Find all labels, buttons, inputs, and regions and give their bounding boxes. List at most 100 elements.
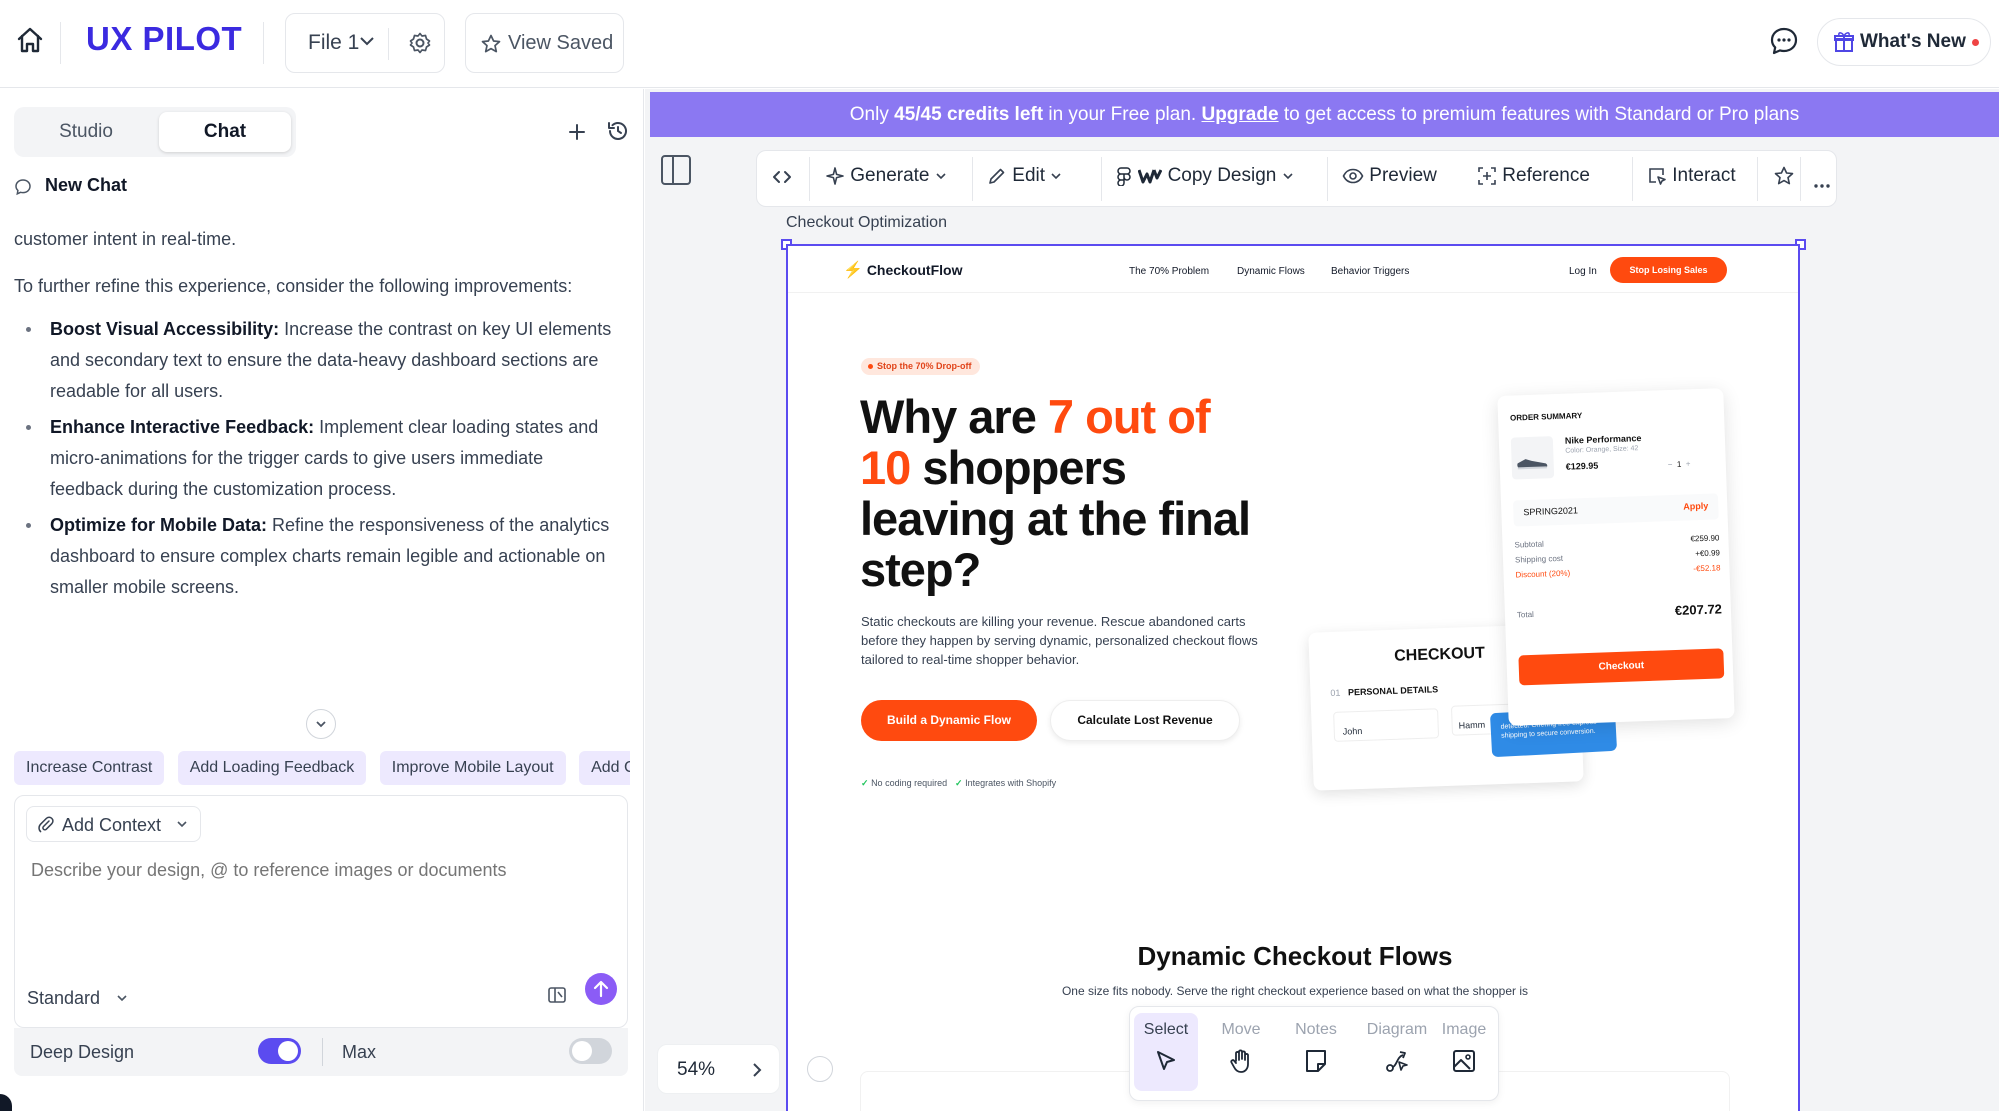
chevron-down-icon — [1283, 173, 1293, 180]
gear-icon[interactable] — [408, 31, 432, 55]
login-link[interactable]: Log In — [1569, 266, 1597, 277]
nav-link[interactable]: Dynamic Flows — [1237, 266, 1305, 277]
product-desc: Color: Orange, Size: 42 — [1565, 445, 1639, 455]
message-text: To further refine this experience, consi… — [14, 276, 573, 296]
chat-panel: Studio Chat New Chat customer intent in … — [0, 89, 644, 1111]
view-saved-button[interactable]: View Saved — [465, 13, 624, 73]
file-selector[interactable]: File 1 — [285, 13, 445, 73]
view-saved-label: View Saved — [508, 32, 614, 54]
chip-increase-contrast[interactable]: Increase Contrast — [14, 751, 165, 785]
headline-part: shoppers leaving at the final step? — [860, 441, 1251, 596]
generate-button[interactable]: Generate — [825, 165, 947, 195]
chat-title-label: New Chat — [45, 175, 128, 195]
product-name: Nike Performance — [1564, 433, 1642, 446]
order-summary-card: ORDER SUMMARY Nike Performance Color: Or… — [1497, 388, 1735, 726]
more-options-icon[interactable] — [1814, 175, 1830, 205]
divider — [322, 1038, 323, 1066]
calculate-revenue-button[interactable]: Calculate Lost Revenue — [1050, 700, 1240, 741]
tab-studio[interactable]: Studio — [14, 107, 158, 157]
divider — [788, 292, 1798, 293]
interact-button[interactable]: Interact — [1647, 165, 1736, 195]
model-label: Standard — [27, 988, 101, 1008]
chevron-down-icon — [360, 37, 374, 46]
discount-row: Discount (20%) -€52.18 — [1515, 563, 1720, 579]
eye-icon — [1342, 168, 1364, 184]
plus-icon[interactable] — [566, 121, 588, 143]
tool-image[interactable]: Image — [1432, 1013, 1496, 1091]
hero-subtext: Static checkouts are killing your revenu… — [861, 614, 1258, 667]
zoom-control[interactable]: 54% — [657, 1044, 780, 1094]
design-canvas[interactable]: Only 45/45 credits left in your Free pla… — [645, 89, 1999, 1111]
chevron-right-icon — [753, 1063, 762, 1077]
whats-new-label: What's New — [1860, 31, 1966, 52]
copy-design-button[interactable]: Copy Design — [1115, 165, 1294, 195]
reference-icon — [1478, 167, 1496, 185]
divider — [1632, 157, 1633, 201]
chip-improve-mobile-layout[interactable]: Improve Mobile Layout — [379, 751, 566, 785]
zoom-level: 54% — [677, 1059, 716, 1080]
cta-button[interactable]: Stop Losing Sales — [1610, 257, 1727, 283]
chip-more[interactable]: Add Custom — [579, 751, 630, 785]
tool-move[interactable]: Move — [1209, 1013, 1273, 1091]
send-button[interactable] — [585, 973, 617, 1005]
subtotal-row: Subtotal €259.90 — [1514, 533, 1719, 549]
field-value: Hamm — [1458, 719, 1486, 731]
add-context-button[interactable]: Add Context — [26, 806, 201, 842]
code-icon[interactable] — [771, 166, 793, 196]
deep-design-toggle[interactable] — [258, 1038, 301, 1064]
home-icon[interactable] — [14, 24, 46, 56]
model-selector[interactable]: Standard — [27, 988, 127, 1009]
upgrade-link[interactable]: Upgrade — [1201, 104, 1278, 125]
apply-link: Apply — [1683, 500, 1709, 512]
product-price: €129.95 — [1565, 460, 1599, 472]
notification-dot — [1972, 39, 1979, 46]
toggle-sidebar-icon[interactable] — [661, 155, 691, 185]
paperclip-icon — [38, 816, 54, 833]
design-frame[interactable]: ⚡ CheckoutFlow The 70% Problem Dynamic F… — [786, 244, 1800, 1111]
order-summary-title: ORDER SUMMARY — [1509, 411, 1583, 423]
preview-button[interactable]: Preview — [1342, 165, 1437, 195]
prompt-box: Add Context Standard — [14, 795, 628, 1028]
list-item-title: Boost Visual Accessibility: — [50, 319, 280, 339]
section-label: PERSONAL DETAILS — [1347, 684, 1439, 698]
checkout-section: 01 PERSONAL DETAILS — [1330, 684, 1438, 698]
quantity-stepper: − 1 + — [1667, 459, 1691, 470]
chevron-down-icon — [177, 821, 187, 828]
tool-diagram[interactable]: Diagram — [1359, 1013, 1435, 1091]
frame-title[interactable]: Checkout Optimization — [786, 214, 947, 232]
chat-bubble-icon[interactable] — [1768, 25, 1800, 57]
tab-chat[interactable]: Chat — [159, 112, 291, 152]
color-mode-button[interactable] — [795, 1044, 845, 1094]
assistant-message: customer intent in real-time. To further… — [14, 224, 614, 754]
row-label: Subtotal — [1514, 539, 1545, 550]
copy-design-label: Copy Design — [1167, 165, 1277, 186]
nav-link[interactable]: The 70% Problem — [1129, 266, 1209, 277]
checkout-button: Checkout — [1518, 648, 1725, 686]
whats-new-button[interactable]: What's New — [1817, 18, 1991, 66]
tool-notes[interactable]: Notes — [1284, 1013, 1348, 1091]
edit-button[interactable]: Edit — [987, 165, 1062, 195]
favorite-star-icon[interactable] — [1774, 165, 1794, 195]
divider — [1327, 157, 1328, 201]
suggestion-chips: Increase Contrast Add Loading Feedback I… — [14, 751, 630, 787]
scroll-down-button[interactable] — [306, 709, 336, 739]
brand-logo: ⚡ CheckoutFlow — [843, 260, 962, 280]
chip-add-loading-feedback[interactable]: Add Loading Feedback — [177, 751, 367, 785]
star-icon — [481, 34, 501, 53]
reference-button[interactable]: Reference — [1477, 165, 1590, 195]
check-icon: ✓ — [955, 778, 963, 788]
prompt-input[interactable] — [31, 860, 591, 881]
hero-badge: Stop the 70% Drop-off — [861, 358, 980, 375]
history-icon[interactable] — [606, 119, 630, 143]
library-icon[interactable] — [547, 985, 567, 1005]
tool-select[interactable]: Select — [1134, 1013, 1198, 1091]
generate-label: Generate — [850, 165, 930, 186]
build-flow-button[interactable]: Build a Dynamic Flow — [861, 700, 1037, 741]
cursor-icon — [1157, 1051, 1175, 1070]
shoe-icon — [1517, 459, 1548, 470]
max-toggle[interactable] — [569, 1038, 612, 1064]
nav-link[interactable]: Behavior Triggers — [1331, 266, 1409, 277]
feature-check: ✓ No coding required — [861, 778, 947, 789]
message-text: customer intent in real-time. — [14, 229, 237, 249]
diagram-icon — [1386, 1051, 1408, 1072]
